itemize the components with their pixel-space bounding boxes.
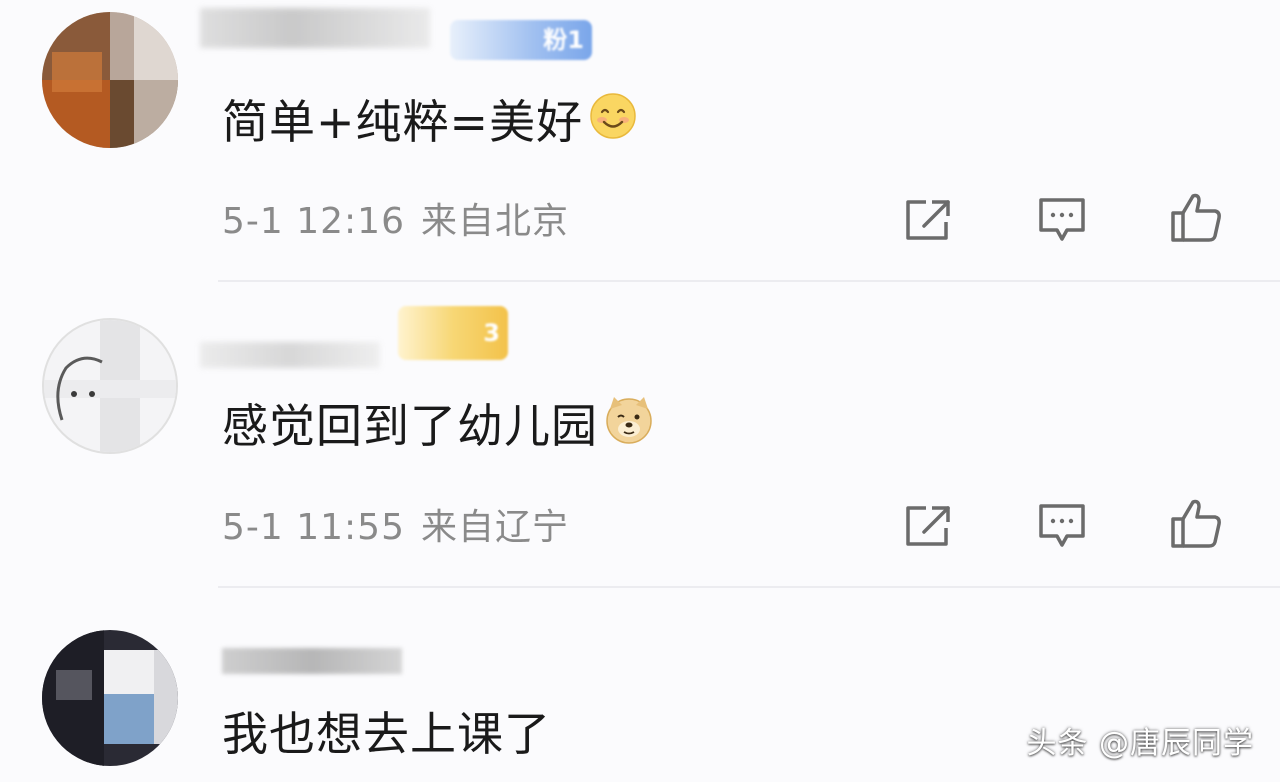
username-blurred[interactable] (200, 8, 430, 48)
reply-button[interactable] (1034, 192, 1090, 248)
comment-text: 我也想去上课了 (222, 707, 551, 761)
comment-meta: 5-1 11:55 来自辽宁 (222, 506, 569, 550)
like-icon (1171, 499, 1221, 548)
avatar[interactable] (42, 318, 178, 454)
like-button[interactable] (1168, 496, 1224, 552)
comment-time: 5-1 12:16 (222, 201, 405, 242)
reply-icon (1039, 504, 1085, 547)
doge-emoji-icon (604, 395, 654, 457)
smile-emoji-icon (589, 92, 637, 152)
share-button[interactable] (900, 498, 956, 554)
username-blurred[interactable] (222, 648, 402, 674)
comment-text: 感觉回到了幼儿园 (222, 395, 654, 457)
comment-location: 来自辽宁 (421, 507, 570, 548)
share-button[interactable] (900, 192, 956, 248)
reply-icon (1039, 198, 1085, 241)
comment-item: 3 感觉回到了幼儿园 5-1 11:55 来自辽宁 (0, 282, 1280, 586)
comment-item: 粉1 简单+纯粹=美好 5-1 12:16 来自北京 (0, 0, 1280, 282)
comment-location: 来自北京 (421, 201, 570, 242)
fan-badge: 粉1 (450, 20, 592, 60)
share-icon (906, 200, 950, 240)
comment-meta: 5-1 12:16 来自北京 (222, 200, 569, 244)
reply-button[interactable] (1034, 498, 1090, 554)
avatar[interactable] (42, 12, 178, 148)
like-button[interactable] (1168, 190, 1224, 246)
share-icon (906, 506, 950, 546)
level-badge: 3 (398, 306, 508, 360)
watermark: 头条 @唐辰同学 (1026, 726, 1254, 761)
username-blurred[interactable] (200, 342, 380, 368)
comment-time: 5-1 11:55 (222, 507, 405, 548)
comment-text: 简单+纯粹=美好 (222, 92, 637, 152)
like-icon (1171, 193, 1221, 242)
avatar[interactable] (42, 630, 178, 766)
